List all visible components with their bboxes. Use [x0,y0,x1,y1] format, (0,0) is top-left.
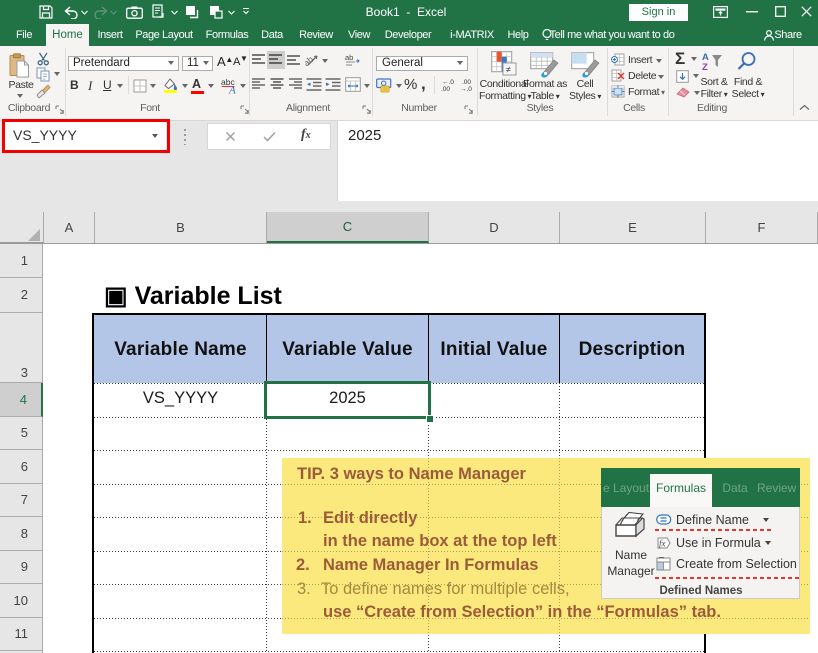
svg-text:Z: Z [702,62,708,71]
svg-text:.00: .00 [462,79,471,86]
svg-text:ab: ab [345,53,353,62]
svg-text:≠: ≠ [506,65,511,75]
svg-text:ab: ab [305,54,315,67]
svg-text:←.0: ←.0 [442,79,454,86]
svg-text:fx: fx [659,539,666,549]
svg-text:A: A [228,85,236,95]
svg-text:.00: .00 [441,86,450,92]
svg-text:→.0: →.0 [460,86,472,92]
